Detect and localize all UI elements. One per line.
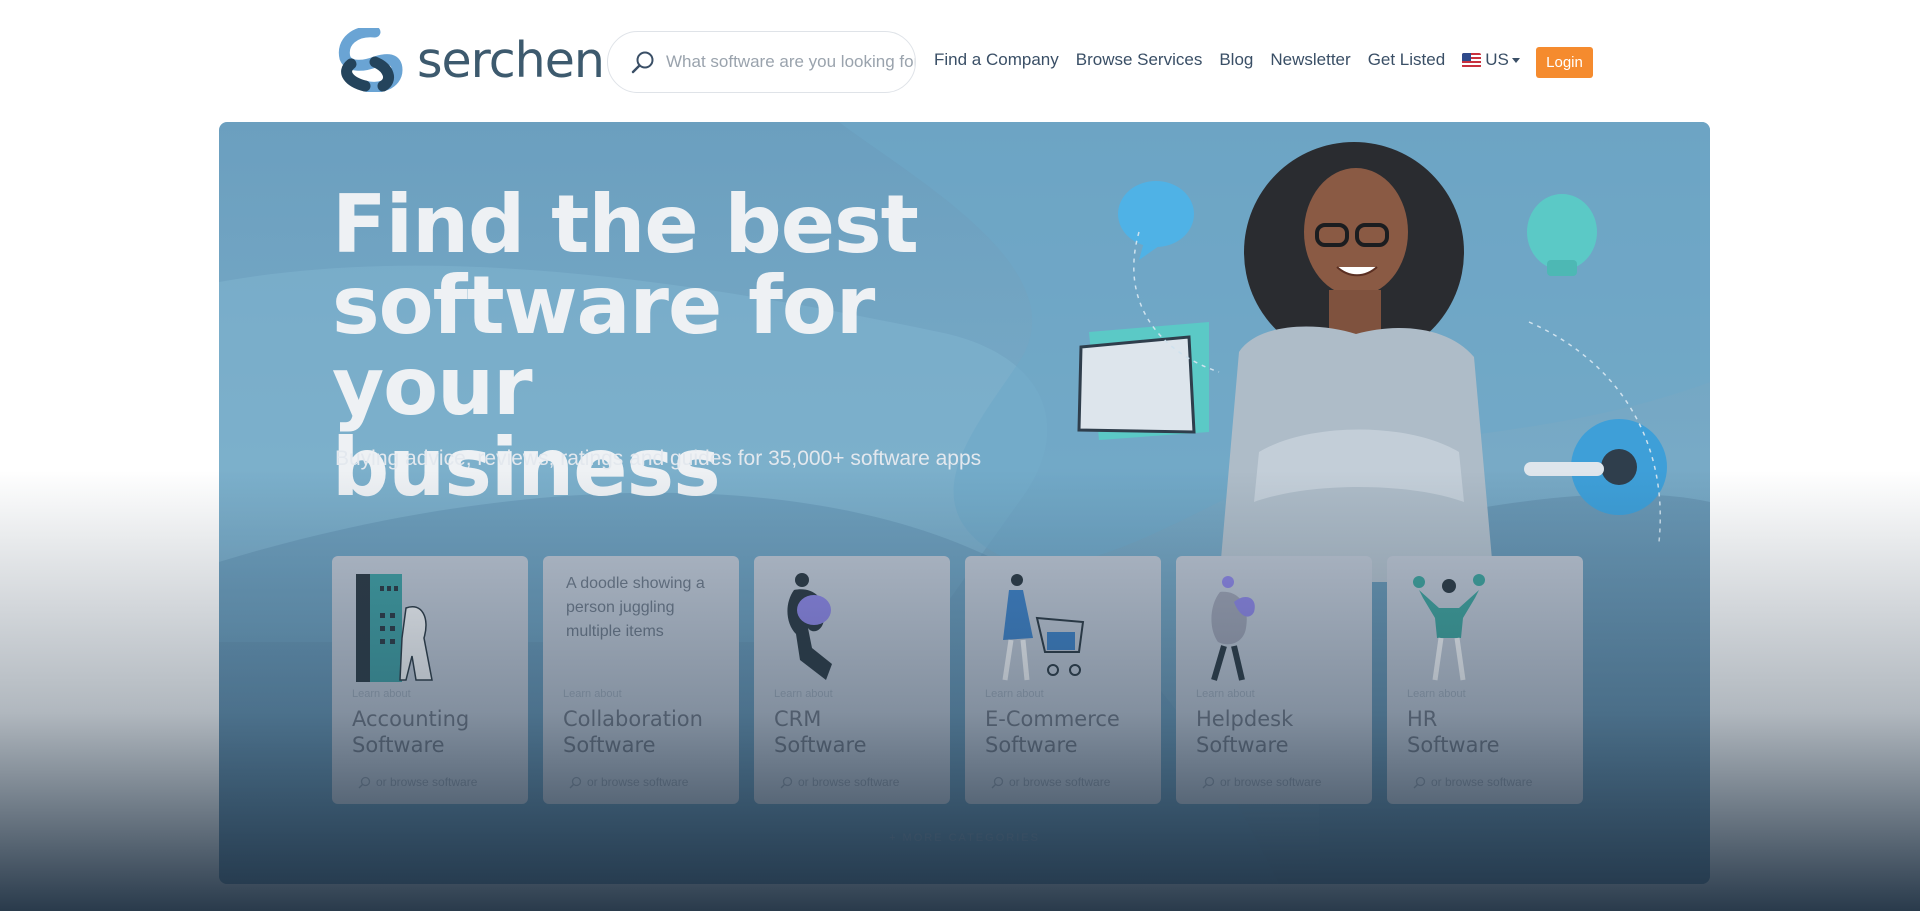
card-title-line-2: Software <box>1196 733 1289 757</box>
more-categories-link[interactable]: + MORE CATEGORIES <box>219 832 1710 844</box>
search-input[interactable] <box>666 52 915 72</box>
magnifier-icon <box>358 776 371 788</box>
card-title-line-2: Software <box>563 733 656 757</box>
card-kicker: Learn about <box>774 688 833 700</box>
card-kicker: Learn about <box>563 688 622 700</box>
category-card-accounting[interactable]: Learn about Accounting Software or brows… <box>332 556 528 804</box>
hr-illustration <box>1413 574 1485 681</box>
logo-mark-icon <box>338 28 403 92</box>
hero-subtitle: Buying advice, reviews, ratings and guid… <box>335 447 982 470</box>
magnifier-icon <box>1202 776 1215 788</box>
browse-software-link[interactable]: or browse software <box>1413 775 1532 789</box>
card-title[interactable]: E-Commerce Software <box>985 706 1150 758</box>
main-nav: Find a Company Browse Services Blog News… <box>934 50 1529 70</box>
search-box[interactable] <box>607 31 916 93</box>
card-title-line-1: Accounting <box>352 707 470 731</box>
browse-software-label: or browse software <box>1220 775 1322 789</box>
hero-title-line-2: software for your <box>332 259 875 433</box>
login-button[interactable]: Login <box>1536 47 1593 78</box>
browse-software-link[interactable]: or browse software <box>358 775 477 789</box>
card-title[interactable]: CRM Software <box>774 706 939 758</box>
browse-software-label: or browse software <box>376 775 478 789</box>
serchen-logo[interactable]: serchen <box>335 27 605 93</box>
card-title-line-2: Software <box>352 733 445 757</box>
nav-get-listed[interactable]: Get Listed <box>1368 50 1446 70</box>
card-title[interactable]: HR Software <box>1407 706 1572 758</box>
locale-label: US <box>1485 50 1509 69</box>
hero-banner: Find the best software for your business… <box>219 122 1710 884</box>
category-cards: Learn about Accounting Software or brows… <box>332 556 1598 804</box>
magnifier-icon <box>1413 776 1426 788</box>
logo-wordmark: serchen <box>417 31 605 89</box>
card-kicker: Learn about <box>352 688 411 700</box>
helpdesk-illustration <box>1211 576 1255 681</box>
card-title-line-1: Helpdesk <box>1196 707 1294 731</box>
magnifier-icon <box>569 776 582 788</box>
browse-software-link[interactable]: or browse software <box>569 775 688 789</box>
hero-title-line-1: Find the best <box>332 178 919 271</box>
card-title-line-2: Software <box>985 733 1078 757</box>
card-title-line-1: Collaboration <box>563 707 703 731</box>
crm-illustration <box>787 573 832 680</box>
card-kicker: Learn about <box>1196 688 1255 700</box>
caret-down-icon <box>1511 57 1520 63</box>
broken-image-alt-text: A doodle showing a person juggling multi… <box>566 575 705 640</box>
card-title[interactable]: Helpdesk Software <box>1196 706 1361 758</box>
card-title[interactable]: Accounting Software <box>352 706 517 758</box>
category-card-crm[interactable]: Learn about CRM Software or browse softw… <box>754 556 950 804</box>
search-icon <box>631 51 654 74</box>
card-kicker: Learn about <box>985 688 1044 700</box>
card-kicker: Learn about <box>1407 688 1466 700</box>
browse-software-link[interactable]: or browse software <box>991 775 1110 789</box>
browse-software-link[interactable]: or browse software <box>1202 775 1321 789</box>
nav-find-a-company[interactable]: Find a Company <box>934 50 1059 70</box>
ecommerce-illustration <box>1002 574 1085 681</box>
browse-software-label: or browse software <box>1009 775 1111 789</box>
card-title-line-2: Software <box>774 733 867 757</box>
accounting-illustration <box>356 574 433 682</box>
browse-software-label: or browse software <box>1431 775 1533 789</box>
us-flag-icon <box>1462 52 1482 68</box>
card-title-line-1: CRM <box>774 707 822 731</box>
browse-software-label: or browse software <box>587 775 689 789</box>
browse-software-link[interactable]: or browse software <box>780 775 899 789</box>
nav-browse-services[interactable]: Browse Services <box>1076 50 1203 70</box>
browse-software-label: or browse software <box>798 775 900 789</box>
category-card-helpdesk[interactable]: Learn about Helpdesk Software or browse … <box>1176 556 1372 804</box>
site-header: serchen Find a Company Browse Services B… <box>0 0 1920 122</box>
category-card-ecommerce[interactable]: Learn about E-Commerce Software or brows… <box>965 556 1161 804</box>
card-title-line-1: HR <box>1407 707 1438 731</box>
magnifier-icon <box>780 776 793 788</box>
nav-newsletter[interactable]: Newsletter <box>1270 50 1350 70</box>
magnifier-icon <box>991 776 1004 788</box>
nav-blog[interactable]: Blog <box>1219 50 1253 70</box>
category-card-collaboration[interactable]: A doodle showing a person juggling multi… <box>543 556 739 804</box>
card-title-line-2: Software <box>1407 733 1500 757</box>
locale-dropdown[interactable]: US <box>1462 50 1520 70</box>
card-title[interactable]: Collaboration Software <box>563 706 728 758</box>
category-card-hr[interactable]: Learn about HR Software or browse softwa… <box>1387 556 1583 804</box>
card-title-line-1: E-Commerce <box>985 707 1120 731</box>
